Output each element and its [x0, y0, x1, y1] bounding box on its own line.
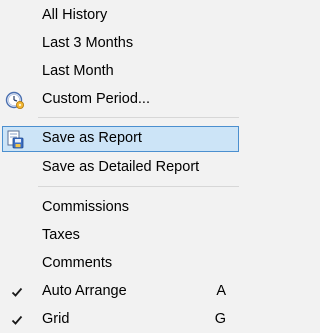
menu-item-label: Last Month [42, 63, 114, 79]
menu-item-label: Auto Arrange [42, 283, 127, 299]
menu-item-label: Custom Period... [42, 91, 150, 107]
menu-item-custom-period[interactable]: Custom Period... [2, 87, 239, 113]
menu-item-taxes[interactable]: Taxes [2, 223, 239, 249]
menu-item-grid[interactable]: Grid G [2, 307, 239, 333]
menu-item-label: Taxes [42, 227, 80, 243]
menu-item-commissions[interactable]: Commissions [2, 195, 239, 221]
menu-item-label: Save as Detailed Report [42, 159, 200, 175]
clock-icon [5, 91, 24, 109]
menu-item-last-3-months[interactable]: Last 3 Months [2, 31, 239, 57]
menu-item-last-month[interactable]: Last Month [2, 59, 239, 85]
checkmark-icon [11, 287, 23, 297]
menu-item-label: Comments [42, 255, 113, 271]
menu-item-save-as-report[interactable]: Save as Report [2, 126, 239, 152]
menu-item-label: Grid [42, 311, 70, 327]
context-menu: All History Last 3 Months Last Month Cus… [0, 0, 241, 333]
menu-item-label: Save as Report [42, 130, 142, 146]
menu-separator [38, 117, 239, 118]
menu-item-auto-arrange[interactable]: Auto Arrange A [2, 279, 239, 305]
checkmark-icon [11, 315, 23, 325]
menu-separator [38, 186, 239, 187]
menu-item-save-as-detailed-report[interactable]: Save as Detailed Report [2, 155, 239, 181]
menu-item-comments[interactable]: Comments [2, 251, 239, 277]
menu-item-label: Last 3 Months [42, 35, 134, 51]
shortcut-key: G [214, 311, 226, 327]
shortcut-key: A [216, 283, 226, 299]
menu-item-label: Commissions [42, 199, 130, 215]
menu-item-all-history[interactable]: All History [2, 3, 239, 29]
save-report-icon [7, 130, 24, 149]
menu-item-label: All History [42, 7, 108, 23]
